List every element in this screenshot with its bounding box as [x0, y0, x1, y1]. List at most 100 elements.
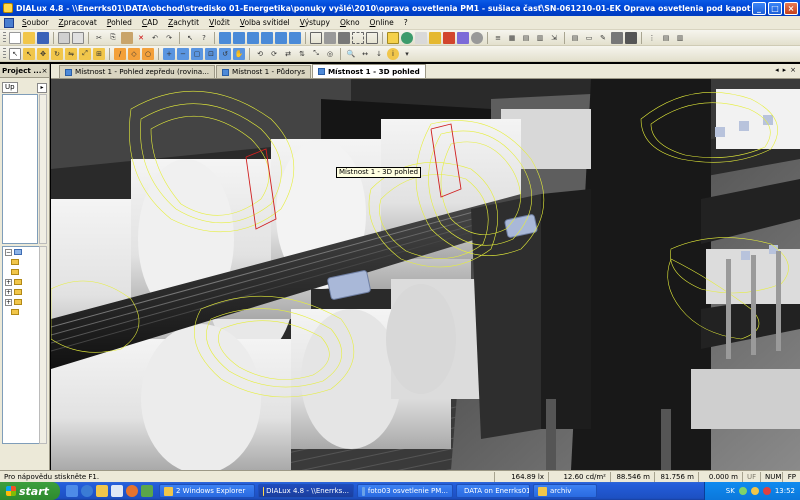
- redo-icon[interactable]: ↷: [163, 32, 175, 44]
- context-help-icon[interactable]: ?: [198, 32, 210, 44]
- tree-node[interactable]: +: [3, 277, 39, 287]
- project-tree[interactable]: − + + +: [2, 246, 40, 444]
- menu-volba-svitidel[interactable]: Volba svítidel: [235, 18, 295, 27]
- luminaire-icon[interactable]: [429, 31, 441, 44]
- paste-icon[interactable]: [121, 31, 133, 44]
- zoom-all-icon[interactable]: ⊡: [205, 47, 217, 60]
- desktop-icon[interactable]: [66, 485, 78, 497]
- tree-node[interactable]: +: [3, 287, 39, 297]
- internet-explorer-icon[interactable]: [81, 485, 93, 497]
- orbit-icon[interactable]: ⟳: [268, 48, 280, 60]
- tree-scrollbar[interactable]: [39, 246, 47, 444]
- outlook-icon[interactable]: [96, 485, 108, 497]
- edit-page-icon[interactable]: ✎: [597, 32, 609, 44]
- media-player-icon[interactable]: [141, 485, 153, 497]
- render-icon[interactable]: [471, 31, 483, 44]
- value-chart-icon[interactable]: ▦: [506, 32, 518, 44]
- 3d-scene[interactable]: [51, 79, 800, 470]
- toolbar-grip[interactable]: [3, 47, 6, 60]
- menu-vlozit[interactable]: Vložit: [204, 18, 235, 27]
- scroll-right-icon[interactable]: ▸: [37, 82, 47, 93]
- menu-okno[interactable]: Okno: [335, 18, 365, 27]
- properties-scrollbar[interactable]: [39, 94, 47, 244]
- zoom-window-icon[interactable]: ▢: [191, 47, 203, 60]
- copy-icon[interactable]: ⎘: [107, 32, 119, 44]
- document-icon[interactable]: [4, 17, 14, 28]
- zoom-previous-icon[interactable]: ↺: [219, 47, 231, 60]
- taskbar-item-data[interactable]: DATA on Enerrks01: [456, 484, 530, 498]
- clock[interactable]: 13:52: [775, 487, 795, 495]
- tree-node[interactable]: −: [3, 247, 39, 257]
- pan-icon[interactable]: ✋: [233, 47, 245, 60]
- view-front-icon[interactable]: [233, 31, 245, 44]
- scroll-right-icon[interactable]: ▸: [783, 66, 787, 74]
- scroll-left-icon[interactable]: ◂: [775, 66, 779, 74]
- print-preview-icon[interactable]: [72, 31, 84, 44]
- tree-node[interactable]: +: [3, 297, 39, 307]
- tab-floor-plan[interactable]: Místnost 1 - Půdorys: [216, 65, 312, 78]
- tree-expand-icon[interactable]: +: [5, 288, 12, 296]
- select-multi-icon[interactable]: ↖: [23, 47, 35, 60]
- project-panel-tab[interactable]: Project ... ×: [0, 64, 49, 78]
- tree-collapse-icon[interactable]: −: [5, 248, 12, 256]
- close-panel-icon[interactable]: ×: [41, 64, 49, 77]
- dimension-icon[interactable]: ⋮: [646, 32, 658, 44]
- view-3d-icon[interactable]: [261, 31, 273, 44]
- rotate-view-icon[interactable]: ⟲: [254, 48, 266, 60]
- pointer-icon[interactable]: ↖: [184, 32, 196, 44]
- tilt-icon[interactable]: ⤡: [310, 48, 322, 60]
- mirror-icon[interactable]: ⇋: [65, 47, 77, 60]
- report-icon[interactable]: ▥: [534, 32, 546, 44]
- up-button[interactable]: Up: [2, 82, 18, 93]
- draw-circle-icon[interactable]: ○: [142, 47, 154, 60]
- tree-node[interactable]: [3, 307, 39, 317]
- isolines-icon[interactable]: ≡: [492, 32, 504, 44]
- menu-online[interactable]: Online: [365, 18, 399, 27]
- toolbar-grip[interactable]: [3, 31, 6, 44]
- light-scene-icon[interactable]: [415, 31, 427, 44]
- zoom-out-icon[interactable]: −: [177, 47, 189, 60]
- taskbar-item-dialux[interactable]: DIALux 4.8 - \\Enerrks...: [258, 484, 354, 498]
- start-button[interactable]: start: [0, 482, 60, 500]
- tab-3d-view[interactable]: Místnost 1 - 3D pohled: [312, 64, 426, 78]
- view-side-icon[interactable]: [247, 31, 259, 44]
- menu-cad[interactable]: CAD: [137, 18, 163, 27]
- globe-icon[interactable]: [401, 31, 413, 44]
- delete-icon[interactable]: ✕: [135, 32, 147, 44]
- settings-icon[interactable]: ▥: [674, 32, 686, 44]
- view-render-icon[interactable]: [289, 31, 301, 44]
- arrow-down-icon[interactable]: ↓: [373, 48, 385, 60]
- color-icon[interactable]: [443, 31, 455, 44]
- false-color-icon[interactable]: [457, 31, 469, 44]
- taskbar-item-photo[interactable]: foto03 osvetlenie PM...: [357, 484, 453, 498]
- textured-icon[interactable]: [338, 31, 350, 44]
- open-folder-icon[interactable]: [23, 31, 35, 44]
- outputs-icon[interactable]: ▤: [569, 32, 581, 44]
- export-icon[interactable]: ⇲: [548, 32, 560, 44]
- undo-icon[interactable]: ↶: [149, 32, 161, 44]
- taskbar-item-explorer[interactable]: 2 Windows Explorer: [159, 484, 255, 498]
- align-icon[interactable]: ⊞: [93, 47, 105, 60]
- view-iso-icon[interactable]: [275, 31, 287, 44]
- snap-icon[interactable]: [366, 31, 378, 44]
- move-icon[interactable]: ✥: [37, 47, 49, 60]
- firefox-icon[interactable]: [126, 485, 138, 497]
- language-indicator[interactable]: SK: [726, 487, 735, 495]
- fly-icon[interactable]: ⇅: [296, 48, 308, 60]
- options-icon[interactable]: ▾: [401, 48, 413, 60]
- tree-node[interactable]: [3, 267, 39, 277]
- new-file-icon[interactable]: [9, 31, 21, 44]
- tree-expand-icon[interactable]: +: [5, 278, 12, 286]
- zoom-icon[interactable]: 🔍: [345, 48, 357, 60]
- walk-icon[interactable]: ⇄: [282, 48, 294, 60]
- cut-icon[interactable]: ✂: [93, 32, 105, 44]
- save-page-icon[interactable]: [611, 31, 623, 44]
- look-icon[interactable]: ◎: [324, 48, 336, 60]
- minimize-button[interactable]: _: [752, 1, 766, 15]
- grid-icon[interactable]: [352, 31, 364, 44]
- tree-expand-icon[interactable]: +: [5, 298, 12, 306]
- select-icon[interactable]: ↖: [9, 47, 21, 60]
- info-icon[interactable]: i: [387, 47, 399, 60]
- tab-front-view[interactable]: Místnost 1 - Pohled zepředu (rovina...: [59, 65, 216, 78]
- grayscale-icon[interactable]: ▤: [520, 32, 532, 44]
